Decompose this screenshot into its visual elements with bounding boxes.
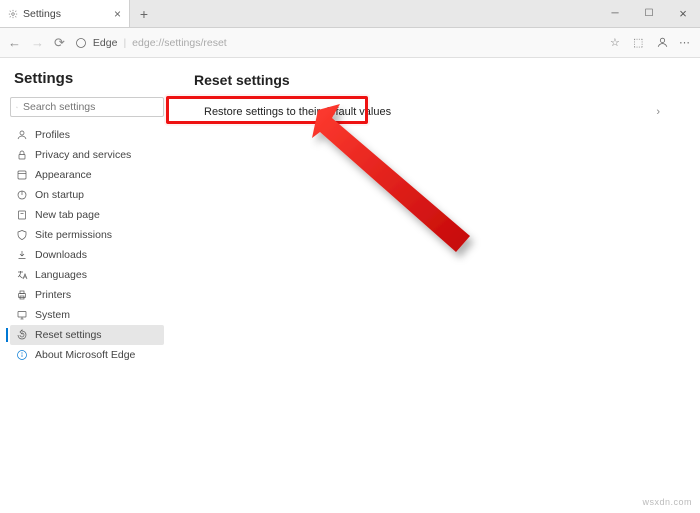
appearance-icon (16, 169, 28, 181)
profile-icon[interactable] (656, 36, 669, 49)
restore-label: Restore settings to their default values (204, 106, 391, 118)
shield-icon (16, 229, 28, 241)
close-window-button[interactable]: × (666, 0, 700, 27)
lock-icon (16, 149, 28, 161)
sidebar-item-printers[interactable]: Printers (10, 285, 164, 305)
annotation-arrow (310, 104, 510, 284)
page-icon (16, 209, 28, 221)
sidebar-item-permissions[interactable]: Site permissions (10, 225, 164, 245)
sidebar-item-label: Languages (35, 269, 87, 281)
sidebar-item-label: About Microsoft Edge (35, 349, 135, 361)
sidebar-item-languages[interactable]: Languages (10, 265, 164, 285)
sidebar-item-label: Appearance (35, 169, 92, 181)
titlebar: Settings × + ─ ☐ × (0, 0, 700, 28)
site-identity: Edge (93, 37, 118, 49)
sidebar-item-label: Reset settings (35, 329, 102, 341)
new-tab-button[interactable]: + (130, 0, 158, 27)
forward-button[interactable]: → (31, 35, 44, 50)
toolbar-actions: ☆ ⬚ ⋯ (610, 36, 692, 49)
sidebar-item-downloads[interactable]: Downloads (10, 245, 164, 265)
sidebar-item-label: System (35, 309, 70, 321)
restore-settings-row[interactable]: Restore settings to their default values… (194, 98, 670, 126)
gear-icon (8, 9, 18, 19)
sidebar-item-newtab[interactable]: New tab page (10, 205, 164, 225)
sidebar-item-label: Printers (35, 289, 71, 301)
menu-icon[interactable]: ⋯ (679, 36, 692, 49)
content: Settings Profiles Privacy and services A… (0, 58, 700, 513)
sidebar-item-system[interactable]: System (10, 305, 164, 325)
search-icon (16, 102, 18, 113)
sidebar-item-label: On startup (35, 189, 84, 201)
printer-icon (16, 289, 28, 301)
sidebar-item-label: Privacy and services (35, 149, 131, 161)
reset-icon (16, 329, 28, 341)
sidebar-item-about[interactable]: About Microsoft Edge (10, 345, 164, 365)
sidebar-item-profiles[interactable]: Profiles (10, 125, 164, 145)
watermark: wsxdn.com (642, 497, 692, 507)
sidebar-item-label: Profiles (35, 129, 70, 141)
sidebar-item-label: New tab page (35, 209, 100, 221)
page-heading: Reset settings (194, 72, 670, 88)
search-input[interactable] (23, 101, 158, 113)
power-icon (16, 189, 28, 201)
refresh-button[interactable]: ⟳ (54, 35, 65, 51)
sidebar-item-startup[interactable]: On startup (10, 185, 164, 205)
nav-arrows: ← → ⟳ (8, 35, 65, 51)
extensions-icon[interactable]: ⬚ (633, 36, 646, 49)
chevron-right-icon: › (656, 106, 660, 118)
url-text: edge://settings/reset (132, 37, 227, 49)
search-settings[interactable] (10, 97, 164, 117)
monitor-icon (16, 309, 28, 321)
sidebar-item-label: Downloads (35, 249, 87, 261)
profile-icon (16, 129, 28, 141)
address-bar[interactable]: Edge | edge://settings/reset (75, 37, 600, 49)
sidebar-item-appearance[interactable]: Appearance (10, 165, 164, 185)
info-icon (16, 349, 28, 361)
tab-close-icon[interactable]: × (114, 8, 121, 20)
toolbar: ← → ⟳ Edge | edge://settings/reset ☆ ⬚ ⋯ (0, 28, 700, 58)
sidebar-item-label: Site permissions (35, 229, 112, 241)
download-icon (16, 249, 28, 261)
window-controls: ─ ☐ × (598, 0, 700, 27)
sidebar-item-privacy[interactable]: Privacy and services (10, 145, 164, 165)
browser-tab[interactable]: Settings × (0, 0, 130, 27)
sidebar: Settings Profiles Privacy and services A… (0, 58, 170, 513)
maximize-button[interactable]: ☐ (632, 0, 666, 27)
favorite-icon[interactable]: ☆ (610, 36, 623, 49)
back-button[interactable]: ← (8, 35, 21, 50)
language-icon (16, 269, 28, 281)
main-panel: Reset settings Restore settings to their… (170, 58, 700, 513)
tab-title: Settings (23, 8, 61, 20)
sidebar-title: Settings (14, 70, 164, 87)
edge-icon (75, 37, 87, 49)
sidebar-item-reset[interactable]: Reset settings (10, 325, 164, 345)
minimize-button[interactable]: ─ (598, 0, 632, 27)
